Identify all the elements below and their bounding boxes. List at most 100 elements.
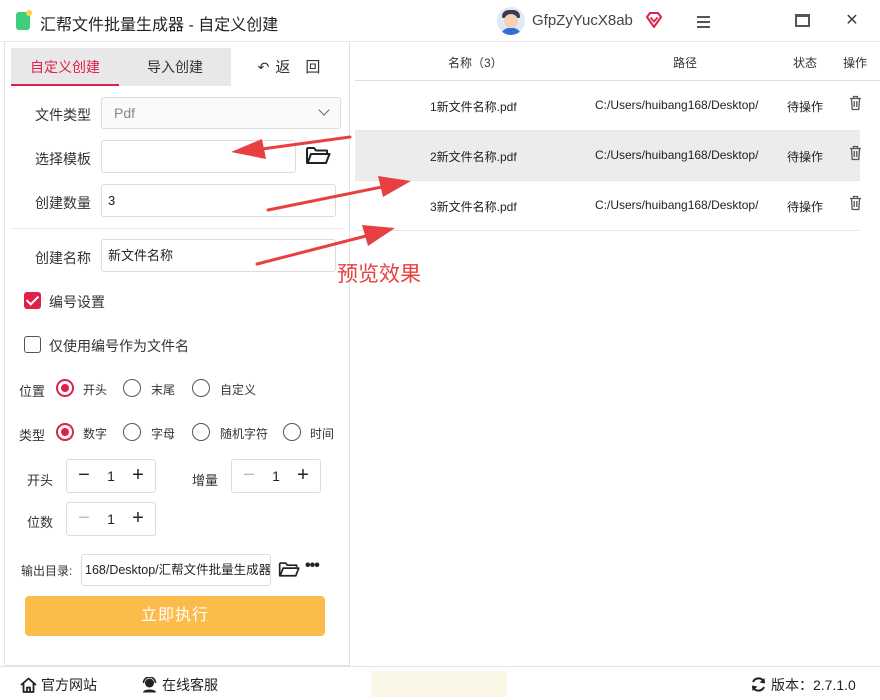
digits-value[interactable]: 1 bbox=[101, 511, 121, 527]
file-path: C:/Users/huibang168/Desktop/ bbox=[595, 198, 759, 212]
home-icon bbox=[20, 677, 37, 693]
plus-icon[interactable]: + bbox=[123, 503, 153, 535]
increment-stepper: − 1 + bbox=[231, 459, 321, 493]
type-radio-random[interactable] bbox=[192, 423, 210, 441]
type-radio-letter[interactable] bbox=[123, 423, 141, 441]
more-icon[interactable]: ••• bbox=[305, 557, 320, 575]
column-header-path: 路径 bbox=[673, 56, 698, 70]
position-option-custom: 自定义 bbox=[220, 383, 257, 397]
vip-diamond-icon[interactable] bbox=[645, 11, 663, 29]
file-status: 待操作 bbox=[787, 150, 824, 164]
position-radio-custom[interactable] bbox=[192, 379, 210, 397]
file-name: 1新文件名称.pdf bbox=[430, 100, 517, 114]
version-value: 2.7.1.0 bbox=[813, 677, 856, 693]
minus-icon[interactable]: − bbox=[69, 460, 99, 492]
type-radio-number[interactable] bbox=[56, 423, 74, 441]
tab-import-create[interactable]: 导入创建 bbox=[119, 48, 231, 86]
online-support-link[interactable]: 在线客服 bbox=[141, 675, 218, 695]
official-website-link[interactable]: 官方网站 bbox=[20, 675, 97, 695]
trash-icon[interactable] bbox=[849, 95, 862, 111]
file-status: 待操作 bbox=[787, 200, 824, 214]
divider bbox=[11, 228, 345, 229]
online-support-label: 在线客服 bbox=[162, 677, 218, 693]
position-label: 位置 bbox=[19, 384, 46, 399]
window-title: 汇帮文件批量生成器 - 自定义创建 bbox=[40, 17, 279, 34]
start-stepper: − 1 + bbox=[66, 459, 156, 493]
minus-icon[interactable]: − bbox=[234, 460, 264, 492]
plus-icon[interactable]: + bbox=[123, 460, 153, 492]
tab-bar: 自定义创建 导入创建 ↶ 返 回 bbox=[11, 48, 343, 86]
back-arrow-icon: ↶ bbox=[257, 59, 270, 75]
support-icon bbox=[142, 677, 157, 693]
increment-value[interactable]: 1 bbox=[266, 468, 286, 484]
start-label: 开头 bbox=[27, 473, 54, 488]
file-name: 2新文件名称.pdf bbox=[430, 150, 517, 164]
type-option-random: 随机字符 bbox=[220, 427, 269, 441]
close-icon[interactable]: ✕ bbox=[838, 8, 866, 34]
file-type-label: 文件类型 bbox=[35, 107, 91, 123]
file-type-value: Pdf bbox=[114, 105, 136, 121]
table-row[interactable]: 1新文件名称.pdf C:/Users/huibang168/Desktop/ … bbox=[355, 81, 862, 131]
name-input[interactable]: 新文件名称 bbox=[101, 239, 336, 272]
column-header-status: 状态 bbox=[793, 56, 818, 70]
count-label: 创建数量 bbox=[35, 195, 91, 211]
column-header-name: 名称（3） bbox=[448, 56, 503, 70]
minus-icon[interactable]: − bbox=[69, 503, 99, 535]
table-row[interactable]: 3新文件名称.pdf C:/Users/huibang168/Desktop/ … bbox=[355, 181, 862, 231]
table-row[interactable]: 2新文件名称.pdf C:/Users/huibang168/Desktop/ … bbox=[355, 131, 862, 181]
column-header-action: 操作 bbox=[843, 56, 868, 70]
username[interactable]: GfpZyYucX8ab bbox=[532, 12, 633, 29]
footer-bar: 官方网站 在线客服 版本：2.7.1.0 bbox=[0, 666, 880, 700]
chevron-down-icon bbox=[318, 104, 330, 116]
name-label: 创建名称 bbox=[35, 250, 91, 266]
back-button[interactable]: ↶ 返 回 bbox=[235, 48, 343, 86]
version-info: 版本：2.7.1.0 bbox=[750, 675, 856, 695]
template-label: 选择模板 bbox=[35, 151, 91, 167]
type-radio-time[interactable] bbox=[283, 423, 301, 441]
file-name: 3新文件名称.pdf bbox=[430, 200, 517, 214]
official-website-label: 官方网站 bbox=[41, 677, 97, 693]
settings-panel: 自定义创建 导入创建 ↶ 返 回 文件类型 Pdf 选择模板 创建数量 3 创建名… bbox=[4, 42, 350, 666]
file-path: C:/Users/huibang168/Desktop/ bbox=[595, 98, 759, 112]
position-radio-end[interactable] bbox=[123, 379, 141, 397]
plus-icon[interactable]: + bbox=[288, 460, 318, 492]
folder-open-icon[interactable] bbox=[278, 559, 300, 579]
version-label: 版本： bbox=[771, 677, 813, 693]
execute-button[interactable]: 立即执行 bbox=[25, 596, 325, 636]
footer-highlight bbox=[371, 671, 507, 697]
trash-icon[interactable] bbox=[849, 195, 862, 211]
position-option-end: 末尾 bbox=[151, 383, 176, 397]
type-option-time: 时间 bbox=[310, 427, 335, 441]
position-radio-start[interactable] bbox=[56, 379, 74, 397]
output-dir-label: 输出目录: bbox=[21, 564, 73, 578]
app-logo-icon bbox=[16, 10, 32, 30]
count-input[interactable]: 3 bbox=[101, 184, 336, 217]
user-avatar[interactable] bbox=[497, 7, 525, 35]
digits-stepper: − 1 + bbox=[66, 502, 156, 536]
title-bar: 汇帮文件批量生成器 - 自定义创建 GfpZyYucX8ab ✕ bbox=[0, 0, 880, 42]
trash-icon[interactable] bbox=[849, 145, 862, 161]
type-option-number: 数字 bbox=[83, 427, 108, 441]
type-option-letter: 字母 bbox=[151, 427, 176, 441]
numbering-checkbox[interactable] bbox=[24, 292, 41, 309]
folder-open-icon[interactable] bbox=[305, 144, 331, 166]
menu-icon[interactable] bbox=[689, 8, 717, 34]
annotation-preview-label: 预览效果 bbox=[337, 263, 421, 286]
back-label: 返 回 bbox=[275, 59, 321, 76]
file-list-panel: 名称（3） 路径 状态 操作 1新文件名称.pdf C:/Users/huiba… bbox=[355, 42, 880, 666]
output-dir-input[interactable]: 168/Desktop/汇帮文件批量生成器 bbox=[81, 554, 271, 586]
only-number-checkbox[interactable] bbox=[24, 336, 41, 353]
increment-label: 增量 bbox=[192, 473, 219, 488]
maximize-icon[interactable] bbox=[788, 8, 816, 34]
start-value[interactable]: 1 bbox=[101, 468, 121, 484]
numbering-label: 编号设置 bbox=[49, 294, 105, 310]
digits-label: 位数 bbox=[27, 515, 54, 530]
file-path: C:/Users/huibang168/Desktop/ bbox=[595, 148, 759, 162]
file-type-select[interactable]: Pdf bbox=[101, 97, 341, 129]
file-status: 待操作 bbox=[787, 100, 824, 114]
only-number-label: 仅使用编号作为文件名 bbox=[49, 338, 189, 354]
refresh-icon bbox=[752, 677, 765, 692]
type-label: 类型 bbox=[19, 428, 46, 443]
template-input[interactable] bbox=[101, 140, 296, 173]
tab-custom-create[interactable]: 自定义创建 bbox=[11, 48, 119, 86]
